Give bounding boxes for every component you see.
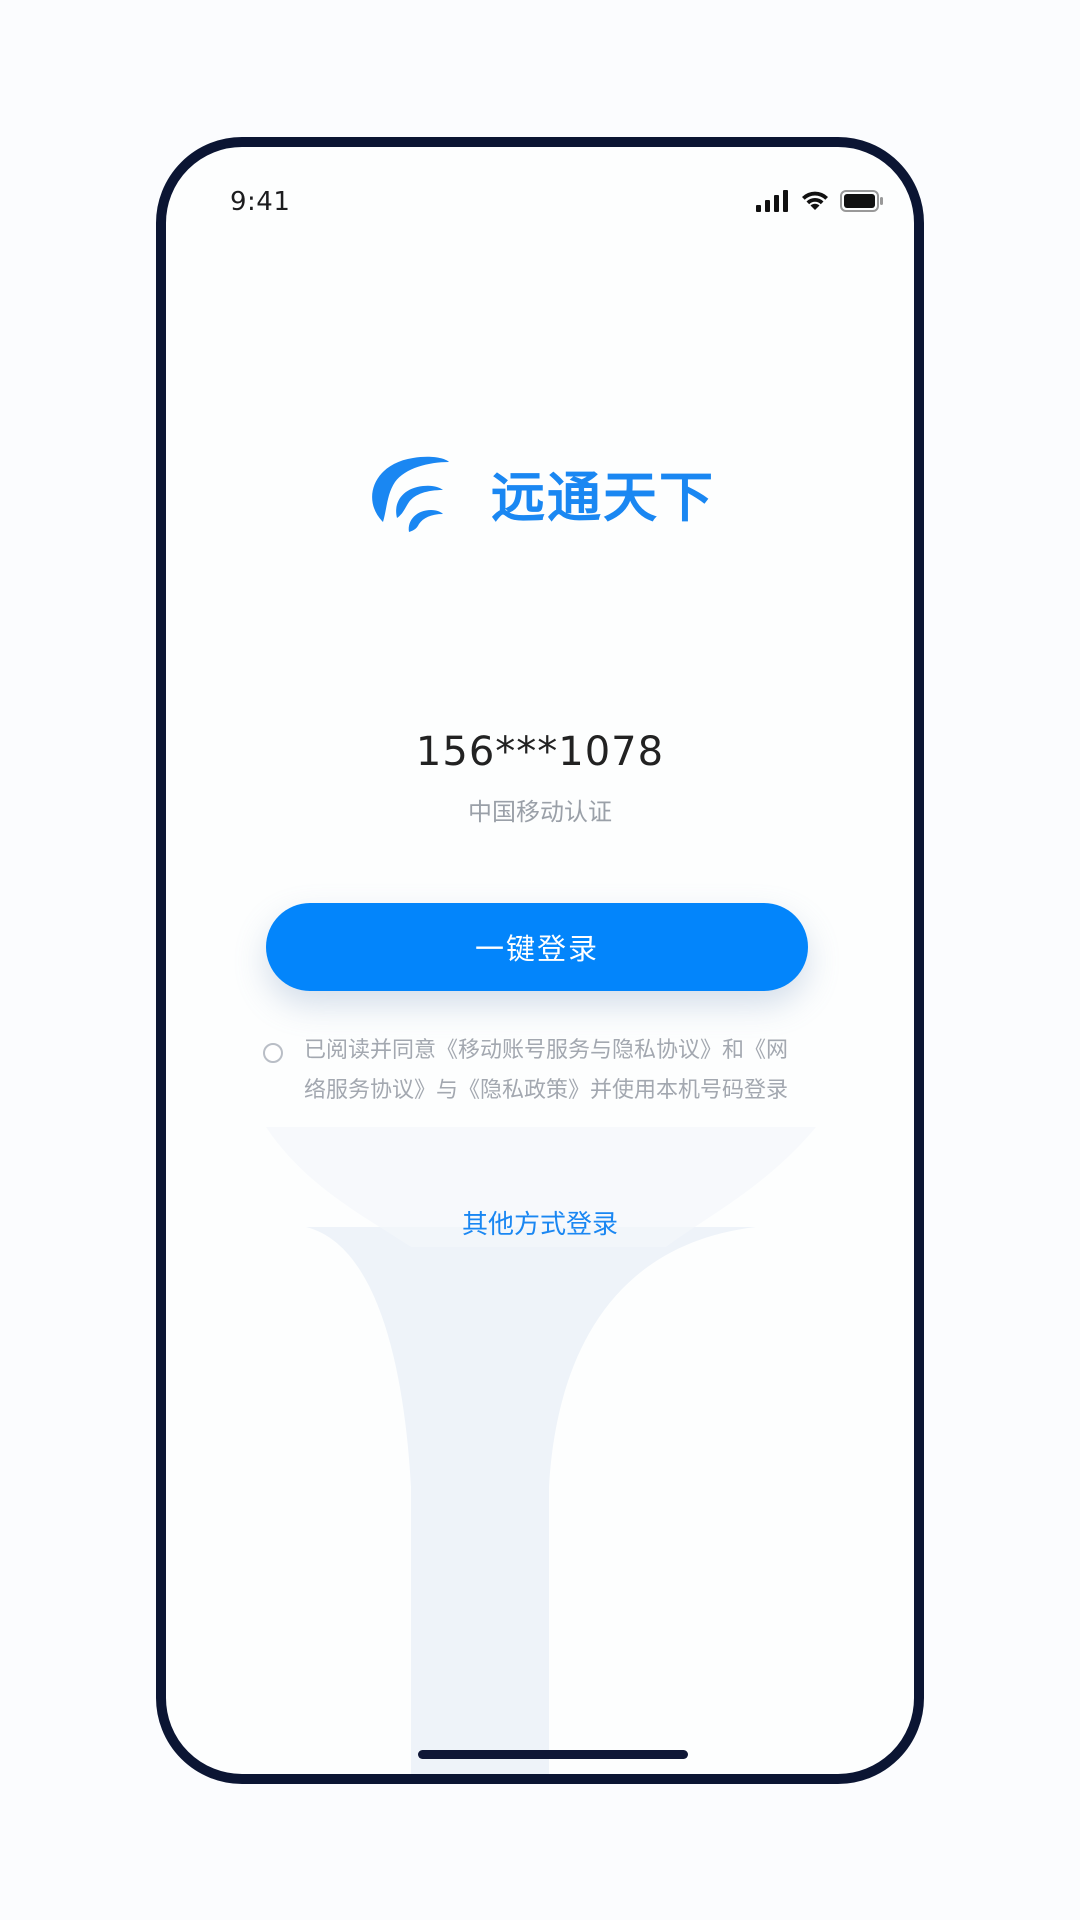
battery-icon: [840, 190, 883, 212]
brand-logo: 远通天下: [166, 437, 914, 547]
carrier-auth-label: 中国移动认证: [468, 798, 612, 826]
status-time: 9:41: [230, 187, 291, 217]
agreement-text: 已阅读并同意《移动账号服务与隐私协议》和《网络服务协议》与《隐私政策》并使用本机…: [304, 1038, 789, 1103]
one-click-login-button[interactable]: 一键登录: [266, 903, 808, 991]
wifi-icon: [802, 191, 828, 210]
status-bar: 9:41: [166, 147, 914, 247]
status-icons: [756, 187, 884, 215]
agreement-checkbox[interactable]: [263, 1043, 283, 1063]
home-indicator: [418, 1750, 688, 1759]
brand-name: 远通天下: [491, 465, 715, 529]
phone-frame: 9:41 远通天下 156***1078 中国移动认证 一键登录 已阅读并同意《…: [156, 137, 924, 1784]
cellular-signal-icon: [756, 190, 788, 212]
masked-phone-number: 156***1078: [415, 729, 665, 775]
login-screen: 9:41 远通天下 156***1078 中国移动认证 一键登录 已阅读并同意《…: [166, 147, 914, 1774]
other-login-link[interactable]: 其他方式登录: [166, 1204, 914, 1241]
brand-logo-icon: [372, 456, 449, 532]
